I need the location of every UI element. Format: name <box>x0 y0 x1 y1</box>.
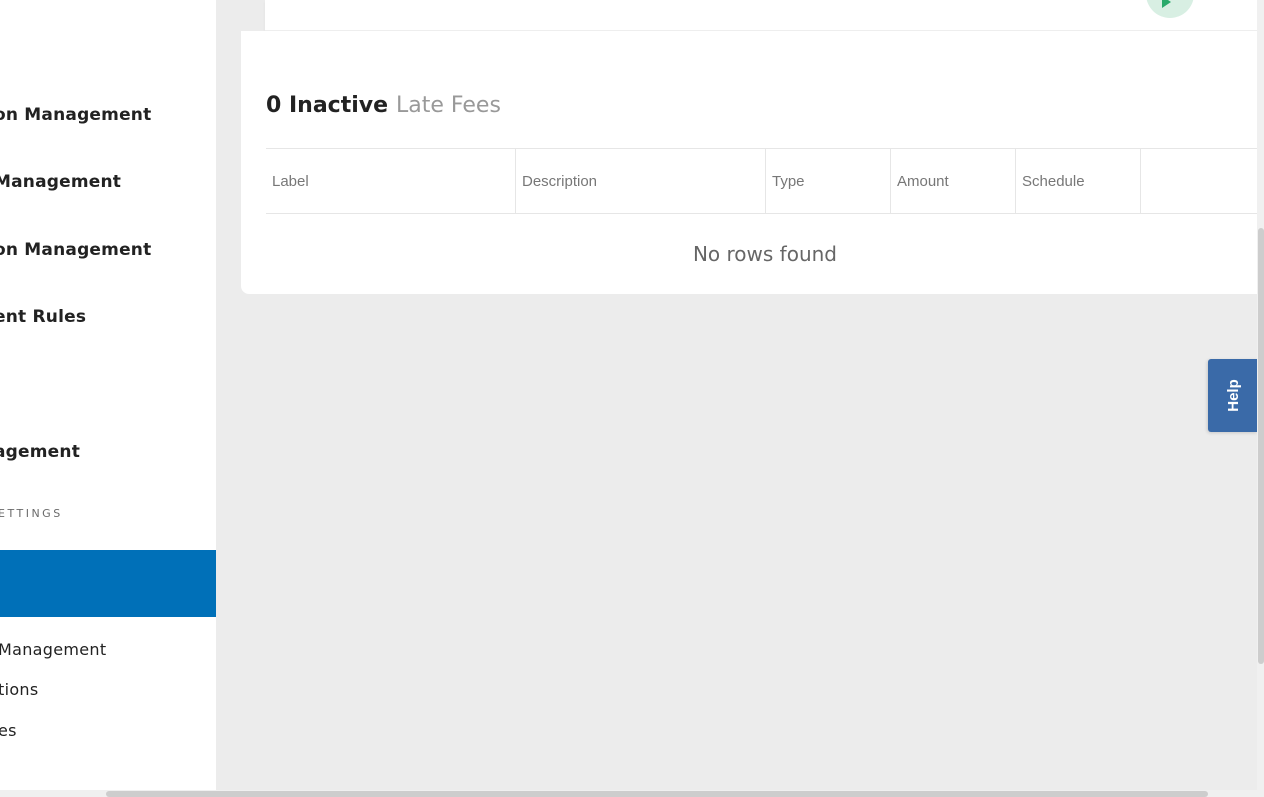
sidebar-subitem[interactable]: Management <box>0 640 106 659</box>
sidebar-subitem[interactable]: tions <box>0 680 38 699</box>
column-header-amount[interactable]: Amount <box>891 149 1016 214</box>
sidebar: on Management Management on Management e… <box>0 0 216 797</box>
previous-table-card <box>265 0 1264 31</box>
sidebar-item-label[interactable]: ent Rules <box>0 307 86 327</box>
sidebar-item-label[interactable]: on Management <box>0 240 151 260</box>
section-title: 0 Inactive Late Fees <box>266 93 501 118</box>
empty-message: No rows found <box>692 242 838 266</box>
column-header-type[interactable]: Type <box>766 149 891 214</box>
horizontal-scrollbar-thumb[interactable] <box>106 791 1208 797</box>
section-label: Late Fees <box>396 93 501 118</box>
help-button[interactable]: Help <box>1208 359 1258 432</box>
vertical-scrollbar-thumb[interactable] <box>1258 228 1264 664</box>
late-fees-table: Label Description Type Amount Schedule N… <box>266 148 1264 294</box>
column-header-label[interactable]: Label <box>266 149 516 214</box>
sidebar-item-active[interactable] <box>0 550 216 617</box>
sidebar-item-label[interactable]: on Management <box>0 105 151 125</box>
column-header-schedule[interactable]: Schedule <box>1016 149 1141 214</box>
column-header-description[interactable]: Description <box>516 149 766 214</box>
column-header-actions <box>1141 149 1264 214</box>
sidebar-subitem[interactable]: es <box>0 721 17 740</box>
help-label: Help <box>1224 379 1242 412</box>
sidebar-section-heading: ETTINGS <box>0 507 63 520</box>
sidebar-item-label[interactable]: Management <box>0 172 121 192</box>
table-header: Label Description Type Amount Schedule <box>266 148 1264 214</box>
inactive-count: 0 Inactive <box>266 93 389 118</box>
sidebar-item-label[interactable]: agement <box>0 442 80 462</box>
